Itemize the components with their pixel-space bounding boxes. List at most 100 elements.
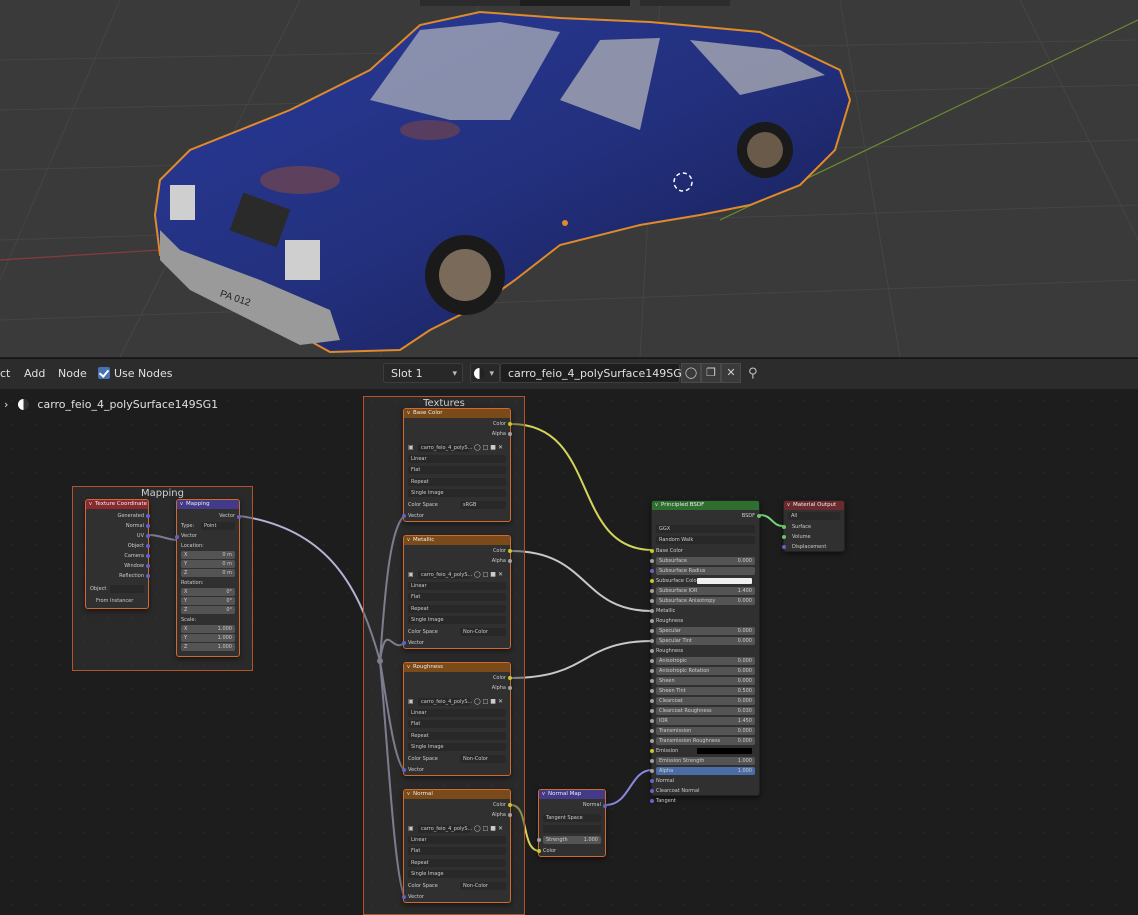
duplicate-material-icon[interactable]: ❐ — [701, 363, 721, 383]
source-dropdown[interactable]: Single Image — [408, 489, 506, 497]
image-actions-icon[interactable]: ◯□■✕ — [474, 444, 505, 451]
unlink-material-icon[interactable]: ✕ — [721, 363, 741, 383]
socket-clearcoat-in[interactable] — [650, 699, 654, 703]
socket-color-out[interactable] — [508, 803, 512, 807]
node-image-roughness[interactable]: Roughness Color Alpha carro_feio_4_polyS… — [402, 662, 512, 776]
scale-z[interactable]: Z 1.000 — [181, 643, 235, 651]
location-z[interactable]: Z0 m — [181, 569, 235, 577]
socket-color-out[interactable] — [508, 676, 512, 680]
socket-specular-tint-in[interactable] — [650, 639, 654, 643]
socket-vector-in[interactable] — [402, 768, 406, 772]
socket-roughness-in[interactable] — [650, 619, 654, 623]
image-icon[interactable]: ▣ — [408, 698, 414, 705]
socket-vector-out[interactable] — [237, 515, 241, 519]
rotation-y[interactable]: Y 0° — [181, 597, 235, 605]
node-header[interactable]: Base Color — [404, 409, 510, 418]
socket-vector-in[interactable] — [402, 514, 406, 518]
uv-map-field[interactable] — [543, 825, 601, 833]
socket-anisotropic-rotation-in[interactable] — [650, 669, 654, 673]
source-dropdown[interactable]: Single Image — [408, 870, 506, 878]
colorspace-dropdown[interactable]: sRGB — [460, 501, 506, 509]
socket-alpha-out[interactable] — [508, 813, 512, 817]
viewport-toolbar-field[interactable] — [520, 0, 630, 6]
socket-metallic-in[interactable] — [650, 609, 654, 613]
menu-node[interactable]: Node — [58, 359, 87, 389]
node-mapping[interactable]: Mapping Vector Type: Point Vector Locati… — [175, 499, 241, 657]
socket-clearcoat-roughness-in[interactable] — [650, 709, 654, 713]
rotation-z[interactable]: Z 0° — [181, 606, 235, 614]
bsdf-input-subsurface-colo[interactable]: Subsurface Colo — [656, 577, 755, 585]
colorspace-dropdown[interactable]: Non-Color — [460, 755, 506, 763]
socket-generated[interactable] — [146, 514, 150, 518]
bsdf-input-clearcoat[interactable]: Clearcoat 0.000 — [656, 697, 755, 705]
socket-subsurface-colo-in[interactable] — [650, 579, 654, 583]
bsdf-input-emission-strength[interactable]: Emission Strength 1.000 — [656, 757, 755, 765]
node-image-metallic[interactable]: Metallic Color Alpha carro_feio_4_polyS.… — [402, 535, 512, 649]
socket-specular-in[interactable] — [650, 629, 654, 633]
node-editor-canvas[interactable]: › carro_feio_4_polySurface149SG1 Mapping… — [0, 389, 1138, 915]
socket-base-color-in[interactable] — [650, 549, 654, 553]
socket-normal[interactable] — [146, 524, 150, 528]
socket-subsurface-anisotropy-in[interactable] — [650, 599, 654, 603]
bsdf-input-specular[interactable]: Specular 0.000 — [656, 627, 755, 635]
socket-object[interactable] — [146, 544, 150, 548]
projection-dropdown[interactable]: Flat — [408, 593, 506, 601]
socket-sheen-tint-in[interactable] — [650, 689, 654, 693]
use-nodes-checkbox[interactable] — [98, 367, 110, 379]
fake-user-shield-icon[interactable]: ◯ — [681, 363, 701, 383]
node-texture-coordinate[interactable]: Texture Coordinate Generated Normal UV O… — [85, 499, 150, 609]
rotation-x[interactable]: X 0° — [181, 588, 235, 596]
bsdf-input-alpha[interactable]: Alpha 1.000 — [656, 767, 755, 775]
colorspace-dropdown[interactable]: Non-Color — [460, 628, 506, 636]
strength-field[interactable]: Strength 1.000 — [543, 836, 601, 844]
extension-dropdown[interactable]: Repeat — [408, 605, 506, 613]
socket-transmission-in[interactable] — [650, 729, 654, 733]
menu-add[interactable]: Add — [24, 359, 45, 389]
location-y[interactable]: Y0 m — [181, 560, 235, 568]
node-header[interactable]: Normal — [404, 790, 510, 799]
socket-subsurface-in[interactable] — [650, 559, 654, 563]
pin-icon[interactable]: ⚲ — [748, 359, 758, 389]
socket-transmission-roughness-in[interactable] — [650, 739, 654, 743]
socket-reflection[interactable] — [146, 574, 150, 578]
bsdf-input-sheen[interactable]: Sheen 0.000 — [656, 677, 755, 685]
image-name-field[interactable]: carro_feio_4_polyS... — [418, 825, 472, 833]
socket-alpha-out[interactable] — [508, 559, 512, 563]
socket-alpha-out[interactable] — [508, 686, 512, 690]
interpolation-dropdown[interactable]: Linear — [408, 455, 506, 463]
bsdf-input-transmission[interactable]: Transmission 0.000 — [656, 727, 755, 735]
node-header[interactable]: Metallic — [404, 536, 510, 545]
node-material-output[interactable]: Material Output All Surface Volume Displ… — [782, 500, 845, 552]
node-header[interactable]: Material Output — [784, 501, 844, 510]
color-swatch[interactable] — [697, 748, 752, 754]
socket-tangent-in[interactable] — [650, 799, 654, 803]
bsdf-input-specular-tint[interactable]: Specular Tint 0.000 — [656, 637, 755, 645]
socket-roughness-in[interactable] — [650, 649, 654, 653]
image-name-field[interactable]: carro_feio_4_polyS... — [418, 698, 472, 706]
socket-clearcoat-normal-in[interactable] — [650, 789, 654, 793]
from-instancer-checkbox[interactable]: From Instancer — [96, 597, 144, 605]
bsdf-input-subsurface-radius[interactable]: Subsurface Radius — [656, 567, 755, 575]
socket-camera[interactable] — [146, 554, 150, 558]
projection-dropdown[interactable]: Flat — [408, 466, 506, 474]
bsdf-input-anisotropic[interactable]: Anisotropic 0.000 — [656, 657, 755, 665]
image-icon[interactable]: ▣ — [408, 825, 414, 832]
object-field[interactable] — [110, 585, 144, 593]
space-dropdown[interactable]: Tangent Space — [543, 814, 601, 822]
interpolation-dropdown[interactable]: Linear — [408, 582, 506, 590]
image-name-field[interactable]: carro_feio_4_polyS... — [418, 444, 472, 452]
expand-arrow-icon[interactable]: › — [4, 398, 8, 411]
bsdf-input-sheen-tint[interactable]: Sheen Tint 0.500 — [656, 687, 755, 695]
node-header[interactable]: Principled BSDF — [652, 501, 759, 510]
image-name-field[interactable]: carro_feio_4_polyS... — [418, 571, 472, 579]
bsdf-input-subsurface[interactable]: Subsurface 0.000 — [656, 557, 755, 565]
menu-select[interactable]: ct — [0, 359, 10, 389]
socket-subsurface-radius-in[interactable] — [650, 569, 654, 573]
type-dropdown[interactable]: Point — [201, 522, 235, 530]
node-header[interactable]: Texture Coordinate — [86, 500, 148, 509]
socket-surface-in[interactable] — [782, 525, 786, 529]
image-actions-icon[interactable]: ◯□■✕ — [474, 825, 505, 832]
scale-y[interactable]: Y 1.000 — [181, 634, 235, 642]
interpolation-dropdown[interactable]: Linear — [408, 709, 506, 717]
socket-window[interactable] — [146, 564, 150, 568]
